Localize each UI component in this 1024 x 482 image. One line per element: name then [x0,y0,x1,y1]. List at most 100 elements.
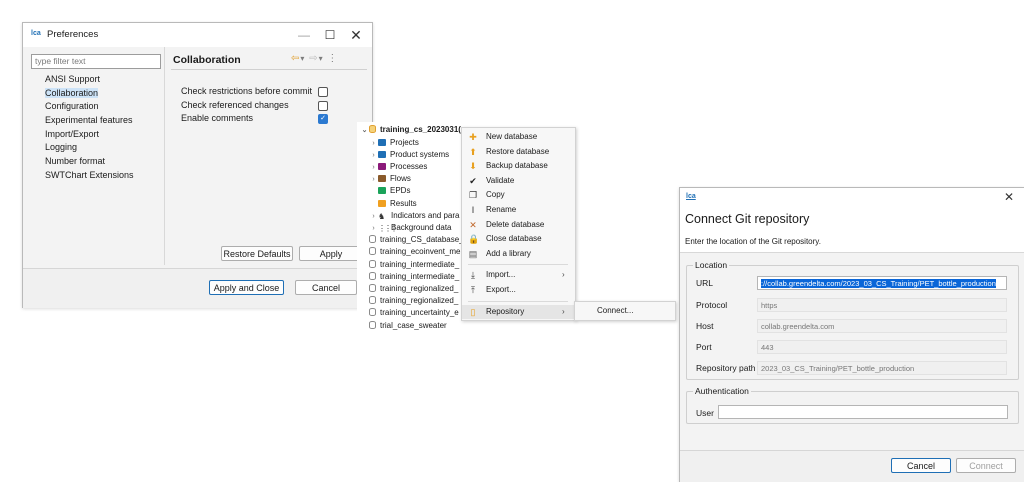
restore-database-icon: ⬆ [469,146,477,157]
menu-item[interactable]: ❐ Copy [462,188,575,203]
chevron-down-icon[interactable]: ▾ [300,54,305,63]
repository-path-label: Repository path [696,363,756,373]
url-input[interactable]: ://collab.greendelta.com/2023_03_CS_Trai… [757,276,1007,290]
tree-item[interactable]: › Flows [369,173,411,185]
tree-item[interactable]: SWTChart Extensions [35,169,160,183]
database-icon [369,125,376,133]
repository-icon: ▯ [470,306,476,317]
database-icon [369,259,376,268]
preferences-window: lca Preferences — ☐ ✕ type filter text A… [22,22,373,308]
menu-item[interactable]: I Rename [462,203,575,218]
menu-item[interactable]: ⤓ Import... › [462,268,575,283]
tree-item[interactable]: Results [369,198,417,210]
protocol-label: Protocol [696,300,728,310]
tree-item[interactable]: Collaboration [35,87,160,101]
menu-item[interactable]: 🔒 Close database [462,232,575,247]
menu-item[interactable]: ▯ Repository › [462,304,575,320]
more-options-icon[interactable]: ⋮ [327,53,338,64]
tree-root[interactable]: ⌄ training_cs_2023031( [360,124,461,136]
option-label: Check referenced changes [181,100,289,110]
minimize-icon[interactable]: — [293,26,315,44]
tree-item[interactable]: EPDs [369,185,410,197]
cancel-button[interactable]: Cancel [891,458,951,473]
folder-icon [378,162,386,170]
database-icon [369,235,376,244]
menu-item[interactable]: ⬆ Restore database [462,145,575,160]
filter-input[interactable]: type filter text [31,54,161,69]
url-label: URL [696,278,714,288]
dialog-titlebar: lca ✕ [680,188,1024,208]
close-icon[interactable]: ✕ [345,26,367,44]
database-item[interactable]: training_intermediate_ [369,271,459,283]
delete-icon: ✕ [469,219,477,230]
lock-icon: 🔒 [468,234,480,245]
database-item[interactable]: training_uncertainty_e [369,307,459,319]
divider [171,69,367,70]
database-item[interactable]: training_CS_database_ [369,234,464,246]
option-checkbox[interactable]: ✓ [318,114,328,124]
page-title: Collaboration [173,54,241,66]
user-input[interactable] [718,405,1008,419]
copy-icon: ❐ [468,190,478,201]
user-label: User [696,408,714,418]
database-item[interactable]: training_regionalized_ [369,295,458,307]
maximize-icon[interactable]: ☐ [319,26,341,44]
database-item[interactable]: training_intermediate_ [369,259,459,271]
folder-icon [378,187,386,195]
folder-icon [378,150,386,158]
cancel-button[interactable]: Cancel [295,280,357,295]
database-item[interactable]: trial_case_sweater [369,320,447,332]
connect-button[interactable]: Connect [956,458,1016,473]
dialog-footer: Cancel Connect [680,450,1024,482]
tree-item[interactable]: Logging [35,141,160,155]
connect-menu-item[interactable]: Connect... [575,302,675,320]
tree-item[interactable]: Experimental features [35,114,160,128]
rename-icon: I [471,205,475,215]
chevron-down-icon[interactable]: ▾ [319,54,324,63]
menu-item[interactable]: ✚ New database [462,130,575,145]
close-icon[interactable]: ✕ [1004,190,1014,204]
menu-item[interactable]: ✔ Validate [462,174,575,189]
menu-item[interactable]: ⬇ Backup database [462,159,575,174]
menu-item[interactable]: ✕ Delete database [462,218,575,233]
option-label: Check restrictions before commit [181,86,313,96]
app-logo-icon: lca [686,193,696,200]
tree-item[interactable]: Configuration [35,100,160,114]
tree-item[interactable]: › ♞ Indicators and para [369,210,459,222]
tree-item[interactable]: › ⋮⋮⋮Background data [369,222,451,234]
app-logo-icon: lca [31,30,41,37]
option-checkbox[interactable] [318,87,328,97]
back-arrow-icon[interactable]: ⇦ [291,53,300,64]
database-icon [369,271,376,280]
option-checkbox[interactable] [318,101,328,111]
tree-item[interactable]: › Processes [369,161,427,173]
forward-arrow-icon[interactable]: ⇨ [309,53,318,64]
new-database-icon: ✚ [469,132,477,142]
tree-item[interactable]: ANSI Support [35,73,160,87]
repository-submenu: Connect... [574,301,676,321]
chevron-down-icon[interactable]: ⌄ [360,125,369,137]
menu-item[interactable]: ⤒ Export... [462,283,575,298]
database-icon [369,247,376,256]
tree-item[interactable]: › Projects [369,137,419,149]
export-icon: ⤒ [471,285,475,295]
library-icon: ▤ [468,248,478,259]
divider [164,47,165,265]
tree-item[interactable]: Import/Export [35,128,160,142]
port-field: 443 [757,340,1007,354]
host-label: Host [696,321,714,331]
chevron-right-icon: › [562,270,565,280]
tree-item[interactable]: › Product systems [369,149,449,161]
host-field: collab.greendelta.com [757,319,1007,333]
context-menu: ✚ New database ⬆ Restore database ⬇ Backup da… [461,127,576,321]
window-title: Preferences [47,29,99,40]
database-item[interactable]: training_ecoinvent_me [369,246,461,258]
validate-icon: ✔ [469,175,477,186]
menu-item[interactable]: ▤ Add a library [462,247,575,262]
restore-defaults-button[interactable]: Restore Defaults [221,246,293,261]
tree-item[interactable]: Number format [35,155,160,169]
apply-button[interactable]: Apply [299,246,363,261]
folder-icon [378,138,386,146]
apply-and-close-button[interactable]: Apply and Close [209,280,284,295]
database-item[interactable]: training_regionalized_ [369,283,458,295]
